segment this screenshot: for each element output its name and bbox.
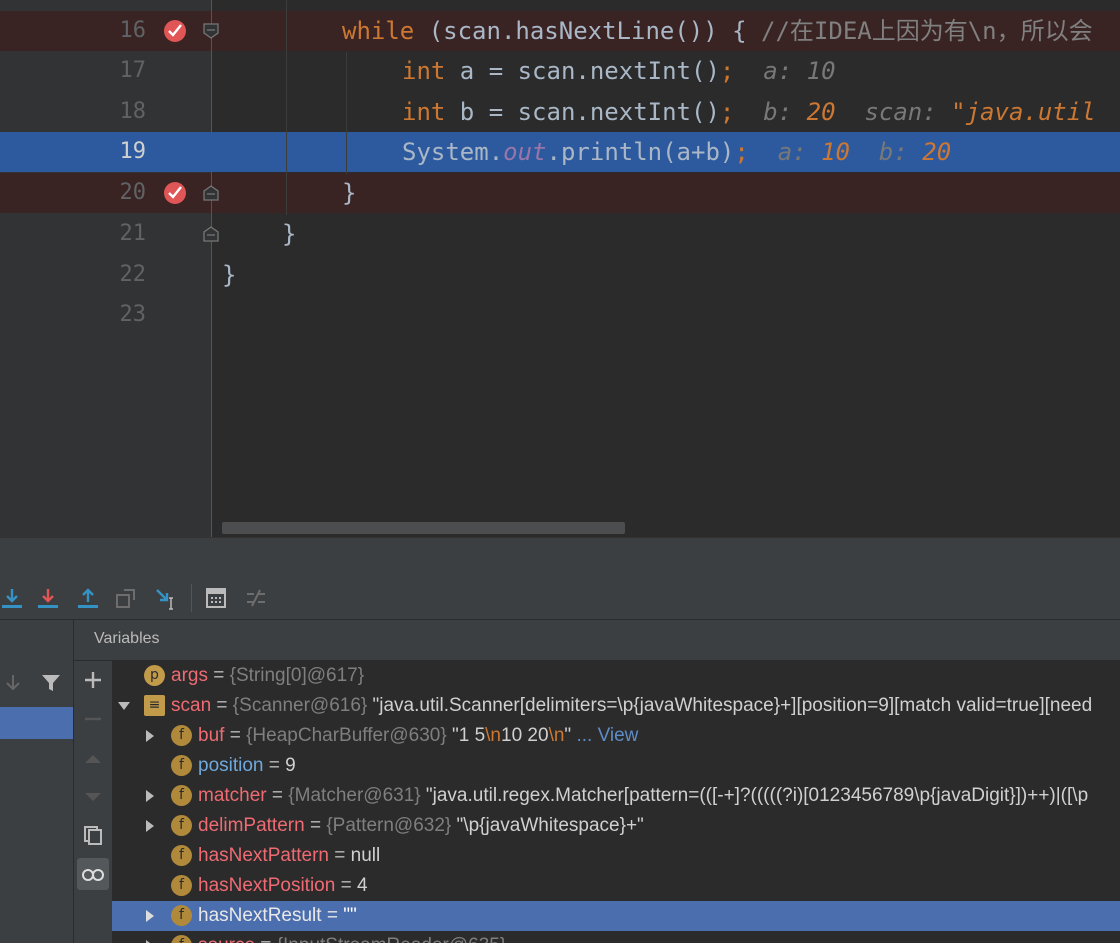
code-editor[interactable]: 16 while (scan.hasNextLine()) { //在IDEA上… (0, 0, 1120, 537)
variable-row-args[interactable]: p args = {String[0]@617} (112, 661, 1120, 691)
horizontal-scrollbar[interactable] (222, 522, 625, 534)
variable-text: matcher = {Matcher@631} "java.util.regex… (198, 785, 1089, 806)
line-number: 22 (119, 262, 147, 287)
variable-text: buf = {HeapCharBuffer@630} "1 5\n10 20\n… (198, 725, 639, 746)
variable-row-hasnextpattern[interactable]: f hasNextPattern = null (112, 841, 1120, 871)
variable-row-buf[interactable]: f buf = {HeapCharBuffer@630} "1 5\n10 20… (112, 721, 1120, 751)
trace-icon[interactable] (242, 584, 270, 612)
variable-text: hasNextPattern = null (198, 845, 381, 866)
evaluate-expression-icon[interactable] (202, 584, 230, 612)
variable-row-hasnextposition[interactable]: f hasNextPosition = 4 (112, 871, 1120, 901)
collapsed-arrow-icon[interactable] (143, 789, 157, 803)
show-values-toggle[interactable] (77, 858, 109, 890)
collapsed-arrow-icon[interactable] (143, 909, 157, 923)
variable-text: scan = {Scanner@616} "java.util.Scanner[… (171, 695, 1093, 716)
variable-row-scan[interactable]: ≡ scan = {Scanner@616} "java.util.Scanne… (112, 691, 1120, 721)
remove-watch-icon[interactable] (82, 708, 104, 730)
indent-guide (346, 52, 347, 174)
variables-toolbar (74, 620, 113, 943)
fold-icon[interactable] (202, 22, 220, 40)
run-to-cursor-icon[interactable] (152, 584, 180, 612)
field-icon: f (171, 905, 192, 926)
code-line-18[interactable]: 18 int b = scan.nextInt(); b: 20 scan: "… (0, 92, 1120, 132)
indent-guide (286, 0, 287, 215)
collapsed-arrow-icon[interactable] (143, 939, 157, 943)
field-icon: f (171, 815, 192, 836)
step-into-icon[interactable] (34, 584, 62, 612)
fold-icon[interactable] (202, 225, 220, 243)
collapsed-arrow-icon[interactable] (143, 819, 157, 833)
code-text: } (282, 220, 297, 248)
arrow-down-icon[interactable] (2, 672, 24, 694)
selected-frame[interactable] (0, 707, 73, 739)
variable-row-matcher[interactable]: f matcher = {Matcher@631} "java.util.reg… (112, 781, 1120, 811)
code-line-23[interactable]: 23 (0, 295, 1120, 335)
variable-row-position[interactable]: f position = 9 (112, 751, 1120, 781)
move-up-icon[interactable] (82, 748, 104, 770)
code-text: } (222, 261, 237, 289)
line-number: 23 (119, 302, 147, 327)
copy-icon[interactable] (82, 824, 104, 846)
code-line-19-current[interactable]: 19 System.out.println(a+b); a: 10 b: 20 (0, 132, 1120, 172)
variable-row-hasnextresult[interactable]: f hasNextResult = "" (112, 901, 1120, 931)
variable-text: hasNextPosition = 4 (198, 875, 368, 896)
line-number: 21 (119, 221, 147, 246)
code-line-17[interactable]: 17 int a = scan.nextInt(); a: 10 (0, 51, 1120, 91)
line-number: 19 (119, 139, 147, 164)
variable-text: args = {String[0]@617} (171, 665, 365, 686)
line-number: 18 (119, 99, 147, 124)
step-over-icon[interactable] (0, 584, 26, 612)
collapsed-arrow-icon[interactable] (143, 729, 157, 743)
field-icon: f (171, 725, 192, 746)
filter-icon[interactable] (40, 672, 62, 694)
field-icon: f (171, 785, 192, 806)
debug-toolbar (0, 578, 1120, 620)
field-icon: f (171, 845, 192, 866)
code-text: while (scan.hasNextLine()) { //在IDEA上因为有… (342, 17, 1093, 45)
variable-row-delimpattern[interactable]: f delimPattern = {Pattern@632} "\p{javaW… (112, 811, 1120, 841)
breakpoint-check-icon[interactable] (163, 19, 187, 43)
code-text: } (342, 179, 357, 207)
fold-guide-line (211, 0, 212, 537)
view-link: ... View (571, 725, 639, 746)
variables-tree[interactable]: p args = {String[0]@617} ≡ scan = {Scann… (112, 661, 1120, 943)
line-number: 16 (119, 18, 147, 43)
variable-row-source[interactable]: f source = {InputStreamReader@635} (112, 931, 1120, 943)
add-watch-icon[interactable] (82, 669, 104, 691)
object-icon: ≡ (144, 695, 165, 716)
field-icon: f (171, 935, 192, 943)
frames-panel[interactable] (0, 620, 74, 943)
code-text: System.out.println(a+b); a: 10 b: 20 (402, 138, 952, 166)
code-text: int a = scan.nextInt(); a: 10 (402, 57, 836, 85)
drop-frame-icon[interactable] (112, 584, 140, 612)
line-number: 17 (119, 58, 147, 83)
field-icon: f (171, 755, 192, 776)
variable-text: delimPattern = {Pattern@632} "\p{javaWhi… (198, 815, 644, 836)
debug-tabs-bar (0, 537, 1120, 579)
variables-header (74, 620, 1120, 661)
line-number: 20 (119, 180, 147, 205)
variable-text: position = 9 (198, 755, 296, 776)
parameter-icon: p (144, 665, 165, 686)
code-line-22[interactable]: 22 } (0, 255, 1120, 295)
field-icon: f (171, 875, 192, 896)
expanded-arrow-icon[interactable] (117, 699, 131, 713)
step-out-icon[interactable] (74, 584, 102, 612)
toolbar-separator (191, 584, 192, 612)
code-text: int b = scan.nextInt(); b: 20 scan: "jav… (402, 98, 1096, 126)
code-line-21[interactable]: 21 } (0, 214, 1120, 254)
variable-text: hasNextResult = "" (198, 905, 357, 926)
breakpoint-check-icon[interactable] (163, 181, 187, 205)
move-down-icon[interactable] (82, 786, 104, 808)
glasses-icon (82, 869, 104, 881)
variable-text: source = {InputStreamReader@635} (198, 931, 506, 943)
variables-title: Variables (94, 630, 160, 647)
fold-icon[interactable] (202, 184, 220, 202)
